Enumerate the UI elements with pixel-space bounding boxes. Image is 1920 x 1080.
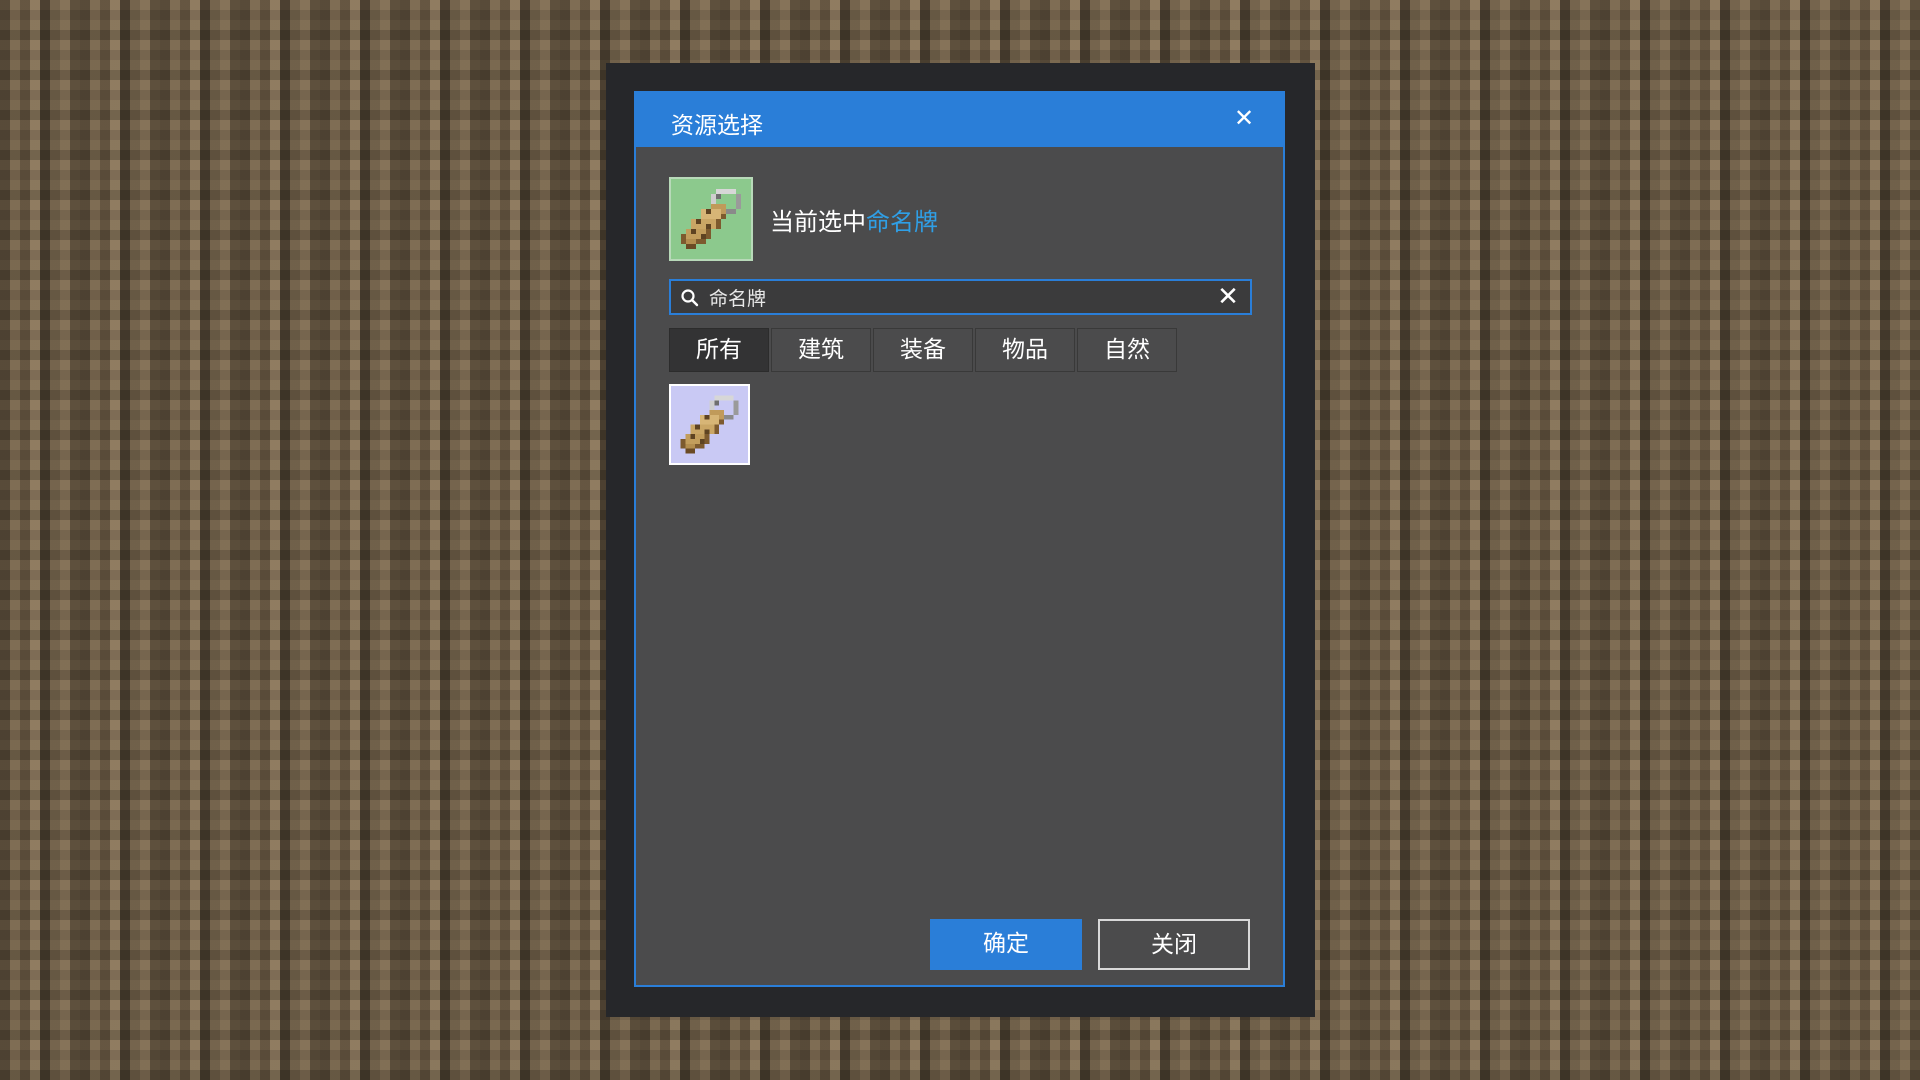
resource-picker-dialog: 资源选择 ✕ 当前选中命名牌 命名牌 ✕ 所有 建筑 装备 物品 自然 确定 关… (634, 91, 1285, 987)
current-selection-prefix: 当前选中 (770, 208, 866, 236)
dialog-title: 资源选择 (671, 113, 763, 139)
result-item-name-tag[interactable] (669, 384, 750, 465)
close-button[interactable]: 关闭 (1098, 919, 1250, 970)
current-selection-label: 当前选中命名牌 (770, 202, 938, 237)
current-selection-name: 命名牌 (866, 208, 938, 236)
selected-item-preview (669, 177, 753, 261)
tab-building[interactable]: 建筑 (771, 328, 871, 372)
name-tag-icon (681, 189, 741, 249)
tab-nature[interactable]: 自然 (1077, 328, 1177, 372)
tab-equipment[interactable]: 装备 (873, 328, 973, 372)
clear-search-icon[interactable]: ✕ (1214, 283, 1242, 311)
close-icon[interactable]: ✕ (1229, 103, 1259, 133)
tab-items[interactable]: 物品 (975, 328, 1075, 372)
confirm-button[interactable]: 确定 (930, 919, 1082, 970)
name-tag-icon (680, 395, 739, 454)
category-tabs: 所有 建筑 装备 物品 自然 (669, 328, 1177, 372)
title-bar: 资源选择 ✕ (636, 93, 1283, 147)
search-input[interactable] (709, 283, 1179, 311)
tab-all[interactable]: 所有 (669, 328, 769, 372)
search-icon (681, 289, 699, 307)
search-box[interactable]: ✕ (669, 279, 1252, 315)
